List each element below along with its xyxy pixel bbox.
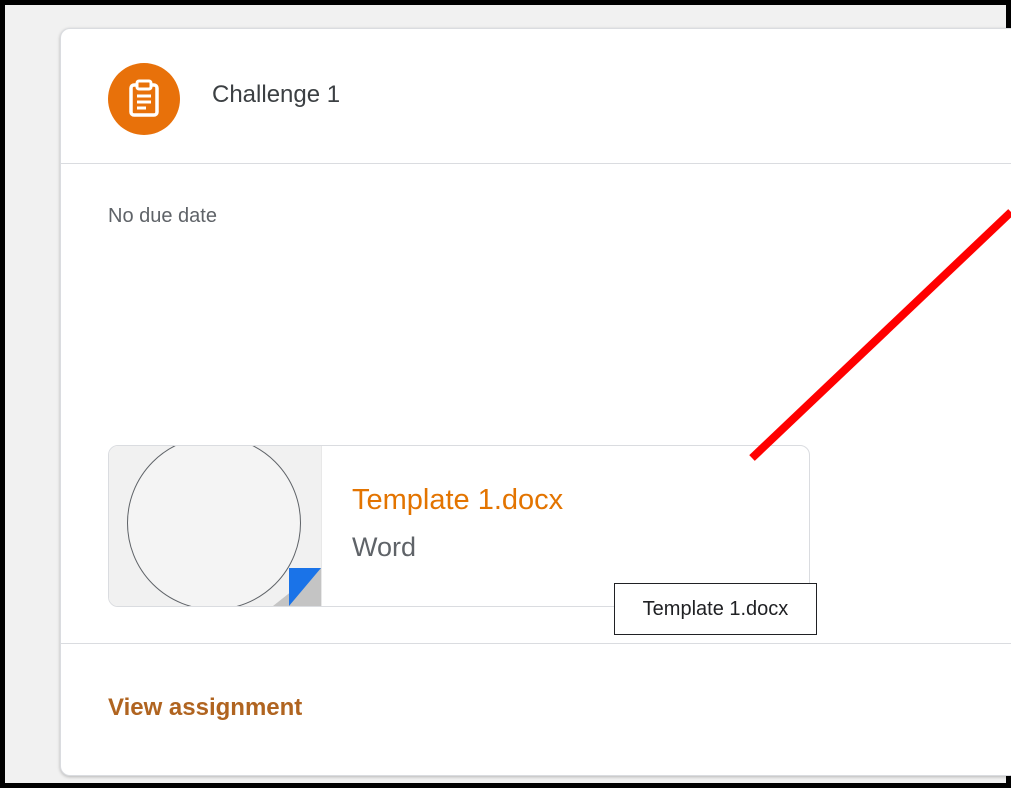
word-corner-icon	[289, 568, 321, 606]
assignment-title[interactable]: Challenge 1	[212, 81, 340, 109]
clipboard-icon	[129, 79, 159, 117]
assignment-icon	[108, 63, 180, 135]
footer-divider	[61, 643, 1011, 644]
assignment-card: Challenge 1 No due date Template 1.docx …	[60, 28, 1011, 776]
file-name-tooltip: Template 1.docx	[614, 583, 817, 635]
card-header: Challenge 1	[61, 29, 1011, 164]
file-type: Word	[352, 532, 417, 562]
file-name[interactable]: Template 1.docx	[352, 484, 563, 517]
view-assignment-link[interactable]: View assignment	[108, 694, 302, 722]
file-thumbnail	[109, 446, 322, 606]
due-date: No due date	[108, 205, 217, 227]
